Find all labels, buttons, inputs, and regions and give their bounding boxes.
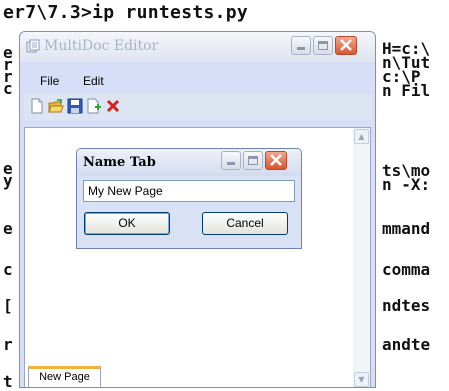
menu-edit[interactable]: Edit xyxy=(83,74,104,88)
delete-x-icon[interactable] xyxy=(105,98,121,114)
scroll-down-arrow-icon[interactable]: ▼ xyxy=(354,372,369,387)
maximize-icon xyxy=(248,156,258,165)
tab-strip: New Page xyxy=(25,364,353,387)
console-right-fragment: n Fil xyxy=(382,81,431,100)
dialog-title: Name Tab xyxy=(83,155,156,170)
maximize-icon xyxy=(318,41,328,50)
console-left-char: c xyxy=(3,260,13,279)
console-left-char: e xyxy=(3,219,13,238)
console-right-fragment: mmand xyxy=(382,219,431,238)
new-document-icon[interactable] xyxy=(29,98,45,114)
dialog-minimize-button[interactable] xyxy=(221,151,241,170)
menu-file[interactable]: File xyxy=(40,74,59,88)
save-disk-icon[interactable] xyxy=(67,98,83,114)
dialog-close-button[interactable] xyxy=(265,151,287,170)
close-icon xyxy=(270,154,282,166)
console-right-fragment: n -X: xyxy=(382,175,431,194)
ok-button[interactable]: OK xyxy=(84,212,170,235)
vertical-scrollbar[interactable]: ▲ ▼ xyxy=(353,128,370,387)
close-button[interactable] xyxy=(335,36,357,55)
console-right-fragment: ndtes xyxy=(382,296,431,315)
minimize-button[interactable] xyxy=(291,36,311,55)
toolbar xyxy=(24,94,372,120)
tab-name-input[interactable]: My New Page xyxy=(83,180,295,202)
scroll-up-arrow-icon[interactable]: ▲ xyxy=(354,129,369,144)
minimize-icon xyxy=(227,162,235,165)
app-icon xyxy=(26,39,40,53)
console-left-char: t xyxy=(3,372,13,391)
console-left-char: [ xyxy=(3,296,13,315)
menu-bar: File Edit xyxy=(24,71,372,91)
console-command-line: er7\7.3>ip runtests.py xyxy=(3,2,249,23)
console-left-char: r xyxy=(3,335,13,354)
console-left-char: c xyxy=(3,79,13,98)
dialog-maximize-button[interactable] xyxy=(243,151,263,170)
console-right-fragment: andte xyxy=(382,335,431,354)
maximize-button[interactable] xyxy=(313,36,333,55)
open-folder-icon[interactable] xyxy=(48,98,64,114)
add-page-icon[interactable] xyxy=(86,98,102,114)
console-right-fragment: comma xyxy=(382,260,431,279)
minimize-icon xyxy=(297,47,305,50)
window-titlebar[interactable]: MultiDoc Editor xyxy=(20,32,375,62)
name-tab-dialog: Name Tab My New Page OK Cancel xyxy=(76,148,302,249)
dialog-titlebar[interactable]: Name Tab xyxy=(77,149,301,176)
console-left-char: y xyxy=(3,171,13,190)
window-title: MultiDoc Editor xyxy=(44,38,159,54)
close-icon xyxy=(340,39,352,51)
tab-new-page[interactable]: New Page xyxy=(28,366,101,387)
cancel-button[interactable]: Cancel xyxy=(202,212,288,235)
